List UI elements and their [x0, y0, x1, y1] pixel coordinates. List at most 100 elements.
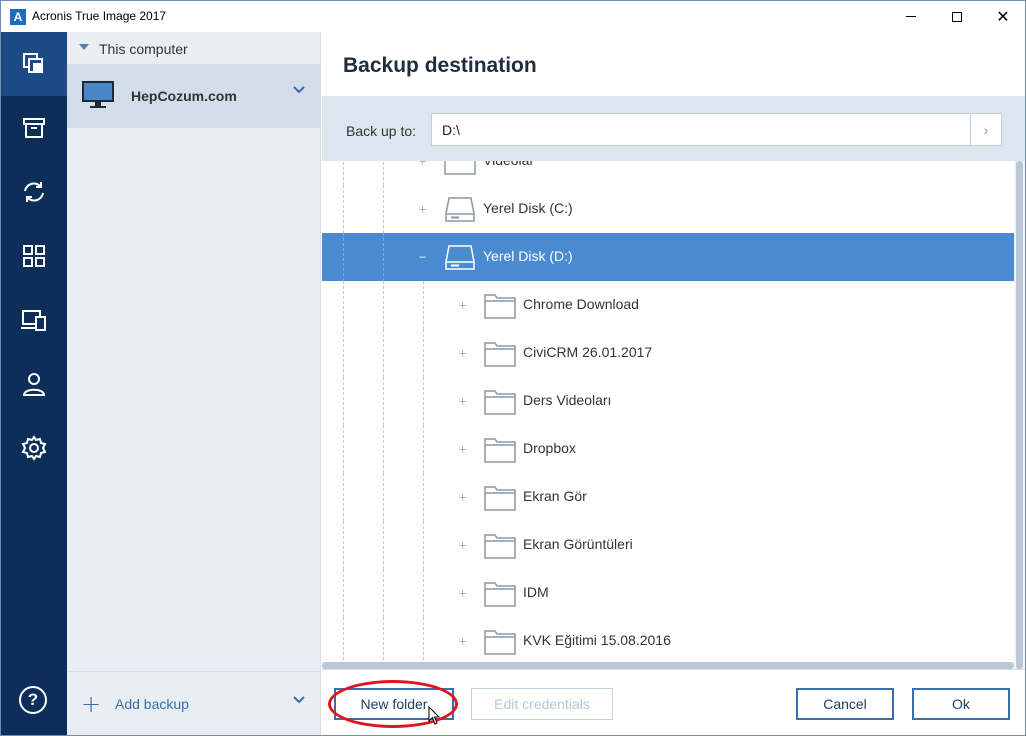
tree-guide-line — [423, 617, 424, 665]
nav-account[interactable] — [1, 352, 67, 416]
tree-guide-line — [423, 521, 424, 569]
tree-guide-line — [383, 281, 384, 329]
tree-guide-line — [343, 521, 344, 569]
tree-guide-line — [383, 377, 384, 425]
mouse-cursor-icon — [428, 706, 441, 725]
expand-icon[interactable]: + — [458, 539, 467, 551]
destination-bar: Back up to: D:\ › — [322, 96, 1025, 161]
expand-icon[interactable]: + — [418, 161, 427, 167]
tree-row[interactable]: − Yerel Disk (D:) — [322, 233, 1014, 281]
expand-icon[interactable]: + — [458, 587, 467, 599]
nav-bar: ? — [1, 32, 67, 735]
folder-icon — [484, 534, 516, 559]
close-button[interactable]: ✕ — [980, 1, 1025, 32]
folder-icon — [484, 342, 516, 367]
expand-icon[interactable]: + — [458, 443, 467, 455]
tree-row[interactable]: + Ekran Gör — [322, 473, 1014, 521]
sidebar-header[interactable]: This computer — [67, 32, 321, 64]
tree-node-label: Ders Videoları — [523, 392, 612, 408]
tree-node-label: Yerel Disk (C:) — [483, 200, 573, 216]
tree-node-label: KVK Eğitimi 15.08.2016 — [523, 632, 671, 648]
tree-row[interactable]: + Ekran Görüntüleri — [322, 521, 1014, 569]
tree-guide-line — [383, 617, 384, 665]
archive-icon — [23, 118, 45, 138]
tree-guide-line — [423, 569, 424, 617]
tree-node-label: Ekran Görüntüleri — [523, 536, 633, 552]
sync-icon — [24, 182, 44, 202]
ok-button[interactable]: Ok — [912, 688, 1010, 720]
footer-divider — [322, 669, 1025, 670]
tree-guide-line — [423, 281, 424, 329]
page-title: Backup destination — [343, 54, 537, 77]
folder-icon — [484, 390, 516, 415]
folder-icon — [484, 486, 516, 511]
tree-guide-line — [343, 377, 344, 425]
edit-credentials-button[interactable]: Edit credentials — [471, 688, 613, 720]
close-icon: ✕ — [996, 6, 1010, 26]
folder-icon — [484, 582, 516, 607]
minimize-button[interactable] — [888, 1, 934, 32]
horizontal-scrollbar[interactable] — [322, 662, 1014, 669]
tree-row[interactable]: + Yerel Disk (C:) — [322, 185, 1014, 233]
help-icon[interactable]: ? — [19, 686, 47, 714]
tree-guide-line — [383, 473, 384, 521]
tree-guide-line — [343, 185, 344, 233]
tree-guide-line — [383, 425, 384, 473]
devices-icon — [21, 310, 46, 331]
account-icon — [22, 373, 46, 396]
sidebar-computer-label: HepCozum.com — [131, 88, 237, 104]
app-window: A Acronis True Image 2017 ✕ ? This compu… — [0, 0, 1026, 736]
expand-icon[interactable]: + — [458, 491, 467, 503]
nav-devices[interactable] — [1, 288, 67, 352]
backup-icon — [23, 53, 43, 73]
chevron-down-icon[interactable] — [293, 696, 305, 704]
tree-row[interactable]: + Chrome Download — [322, 281, 1014, 329]
nav-backup[interactable] — [1, 32, 67, 96]
hard-drive-icon — [445, 245, 475, 270]
window-title: Acronis True Image 2017 — [32, 9, 167, 23]
vertical-scrollbar[interactable] — [1014, 161, 1025, 669]
tree-row[interactable]: + Videolar — [322, 161, 1014, 185]
add-backup-label: Add backup — [115, 696, 189, 712]
add-backup-bar[interactable]: + Add backup — [67, 671, 321, 735]
chevron-down-icon[interactable] — [293, 86, 305, 94]
main-panel: Backup destination Back up to: D:\ › + KV… — [322, 32, 1025, 735]
sidebar: This computer HepCozum.com + Add backup — [67, 32, 321, 735]
tree-row[interactable]: + Ders Videoları — [322, 377, 1014, 425]
sidebar-item-computer[interactable]: HepCozum.com — [67, 64, 321, 128]
folder-icon — [484, 438, 516, 463]
tree-guide-line — [343, 617, 344, 665]
tree-guide-line — [383, 329, 384, 377]
expand-icon[interactable]: + — [458, 395, 467, 407]
expand-icon[interactable]: + — [418, 203, 427, 215]
tree-guide-line — [423, 425, 424, 473]
collapse-icon[interactable]: − — [418, 251, 427, 263]
nav-dashboard[interactable] — [1, 224, 67, 288]
tree-guide-line — [343, 233, 344, 281]
maximize-button[interactable] — [934, 1, 980, 32]
tree-row[interactable]: + IDM — [322, 569, 1014, 617]
dashboard-icon — [23, 245, 45, 267]
tree-guide-line — [383, 233, 384, 281]
nav-archive[interactable] — [1, 96, 67, 160]
tree-node-label: Ekran Gör — [523, 488, 587, 504]
expand-icon[interactable]: + — [458, 635, 467, 647]
nav-settings[interactable] — [1, 416, 67, 480]
nav-sync[interactable] — [1, 160, 67, 224]
expand-icon[interactable]: + — [458, 299, 467, 311]
folder-tree: + KVK Eğitimi 15.08.2016 + IDM + Ekran Görünt… — [322, 161, 1025, 669]
plus-icon: + — [81, 690, 102, 718]
tree-row[interactable]: + KVK Eğitimi 15.08.2016 — [322, 617, 1014, 665]
scrollbar-thumb[interactable] — [1016, 161, 1023, 669]
cancel-button[interactable]: Cancel — [796, 688, 894, 720]
tree-guide-line — [383, 185, 384, 233]
hard-drive-icon — [445, 197, 475, 222]
tree-node-label: IDM — [523, 584, 549, 600]
tree-row[interactable]: + CiviCRM 26.01.2017 — [322, 329, 1014, 377]
chevron-right-icon[interactable]: › — [970, 113, 1002, 146]
minimize-icon — [906, 16, 916, 17]
caret-down-icon — [79, 44, 89, 50]
tree-row[interactable]: + Dropbox — [322, 425, 1014, 473]
destination-path-input[interactable]: D:\ — [431, 113, 971, 146]
expand-icon[interactable]: + — [458, 347, 467, 359]
